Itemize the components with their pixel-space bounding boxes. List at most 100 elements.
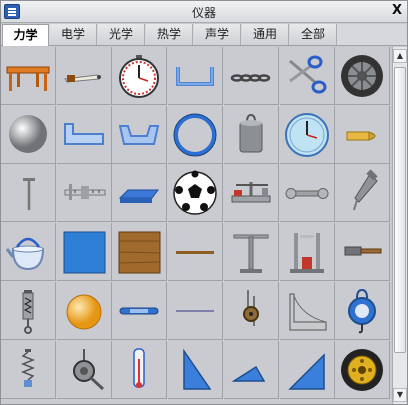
instrument-cell[interactable] [112, 47, 168, 105]
thermometer-icon [133, 347, 146, 388]
instrument-cell[interactable] [168, 105, 224, 164]
wooden-board-icon [118, 231, 161, 274]
close-button[interactable]: X [392, 3, 402, 18]
instrument-cell[interactable] [1, 47, 56, 105]
chain-icon [230, 74, 271, 82]
instrument-cell[interactable] [335, 340, 391, 399]
tab-electricity[interactable]: 电学 [50, 24, 97, 45]
instrument-cell[interactable] [335, 223, 391, 282]
instrument-cell[interactable] [56, 47, 112, 105]
instrument-cell[interactable] [223, 105, 279, 164]
instrument-cell[interactable] [335, 47, 391, 105]
car-wheel-icon [341, 348, 384, 391]
caliper-icon [64, 184, 106, 201]
instrument-cell[interactable] [112, 105, 168, 164]
instrument-cell[interactable] [1, 340, 56, 399]
instrument-cell[interactable] [279, 340, 335, 399]
scroll-thumb[interactable] [394, 67, 406, 353]
triangle-tall-icon [183, 348, 212, 390]
block-icon [119, 189, 160, 204]
triangle-flat-icon [231, 365, 266, 382]
thin-rod-icon [176, 309, 215, 312]
instrument-cell[interactable] [223, 223, 279, 282]
table-icon [6, 66, 50, 91]
instrument-cell[interactable] [56, 164, 112, 223]
instrument-cell[interactable] [112, 281, 168, 340]
scissors-icon [288, 55, 326, 94]
instrument-cell[interactable] [279, 164, 335, 223]
rod-icon [176, 251, 215, 255]
pulley-icon [242, 289, 259, 326]
screw-icon [353, 169, 378, 211]
instrument-cell[interactable] [168, 47, 224, 105]
steel-ball-icon [9, 114, 47, 153]
u-channel-icon [176, 67, 215, 86]
instrument-cell[interactable] [56, 340, 112, 399]
instrument-cell[interactable] [112, 223, 168, 282]
instrument-cell[interactable] [1, 105, 56, 164]
weight-icon [239, 113, 263, 153]
instrument-cell[interactable] [335, 164, 391, 223]
spring-scale-icon [22, 289, 34, 334]
tray-icon [119, 124, 160, 145]
soccer-ball-icon [173, 170, 217, 216]
window-title: 仪器 [191, 6, 216, 20]
instrument-cell[interactable] [168, 340, 224, 399]
wheel-icon [341, 55, 384, 97]
instrument-cell[interactable] [1, 281, 56, 340]
spring-icon [20, 348, 36, 387]
instrument-cell[interactable] [223, 340, 279, 399]
wrench-icon [285, 188, 328, 200]
incline-icon [289, 293, 326, 331]
roller-icon [72, 348, 104, 390]
ring-icon [173, 113, 217, 157]
instrument-cell[interactable] [223, 164, 279, 223]
pulley-frame-icon [289, 233, 324, 274]
instrument-cell[interactable] [279, 105, 335, 164]
instrument-cell[interactable] [56, 281, 112, 340]
clock-icon [284, 112, 329, 157]
instrument-cell[interactable] [56, 105, 112, 164]
instrument-cell[interactable] [168, 281, 224, 340]
tab-all[interactable]: 全部 [290, 24, 337, 45]
instrument-grid [1, 47, 391, 404]
instrument-cell[interactable] [223, 281, 279, 340]
tab-optics[interactable]: 光学 [98, 24, 145, 45]
instrument-cell[interactable] [279, 281, 335, 340]
stand-icon [233, 234, 269, 274]
instrument-cell[interactable] [112, 164, 168, 223]
blue-board-icon [63, 231, 106, 274]
scroll-up-icon[interactable]: ▲ [393, 49, 407, 63]
orange-ball-icon [66, 294, 102, 330]
category-tabs: 力学 电学 光学 热学 声学 通用 全部 [1, 24, 407, 46]
instrument-cell[interactable] [335, 105, 391, 164]
instrument-cell[interactable] [56, 223, 112, 282]
tab-heat[interactable]: 热学 [146, 24, 193, 45]
triangle-ruler-icon [287, 352, 325, 390]
scroll-down-icon[interactable]: ▼ [393, 388, 407, 402]
balance-icon [231, 182, 271, 203]
pen-icon [63, 74, 101, 83]
hanging-scale-icon [348, 288, 377, 334]
instrument-cell[interactable] [279, 223, 335, 282]
instrument-cell[interactable] [1, 164, 56, 223]
instrument-cell[interactable] [1, 223, 56, 282]
instrument-cell[interactable] [168, 223, 224, 282]
tab-general[interactable]: 通用 [242, 24, 289, 45]
instrument-cell[interactable] [223, 47, 279, 105]
vertical-scrollbar[interactable]: ▲ ▼ [392, 47, 407, 404]
instrument-cell[interactable] [168, 164, 224, 223]
instrument-window: 仪器 X 力学 电学 光学 热学 声学 通用 全部 ▲ ▼ [0, 0, 408, 405]
nail-icon [23, 178, 35, 211]
stopwatch-icon [119, 55, 160, 98]
instrument-cell[interactable] [112, 340, 168, 399]
title-bar[interactable]: 仪器 X [1, 1, 407, 23]
kettle-icon [5, 237, 45, 271]
blue-bar-icon [119, 307, 159, 315]
tab-acoustics[interactable]: 声学 [194, 24, 241, 45]
trough-icon [63, 122, 104, 145]
tab-mechanics[interactable]: 力学 [2, 24, 49, 46]
instrument-cell[interactable] [335, 281, 391, 340]
instrument-cell[interactable] [279, 47, 335, 105]
bullet-icon [346, 130, 376, 141]
